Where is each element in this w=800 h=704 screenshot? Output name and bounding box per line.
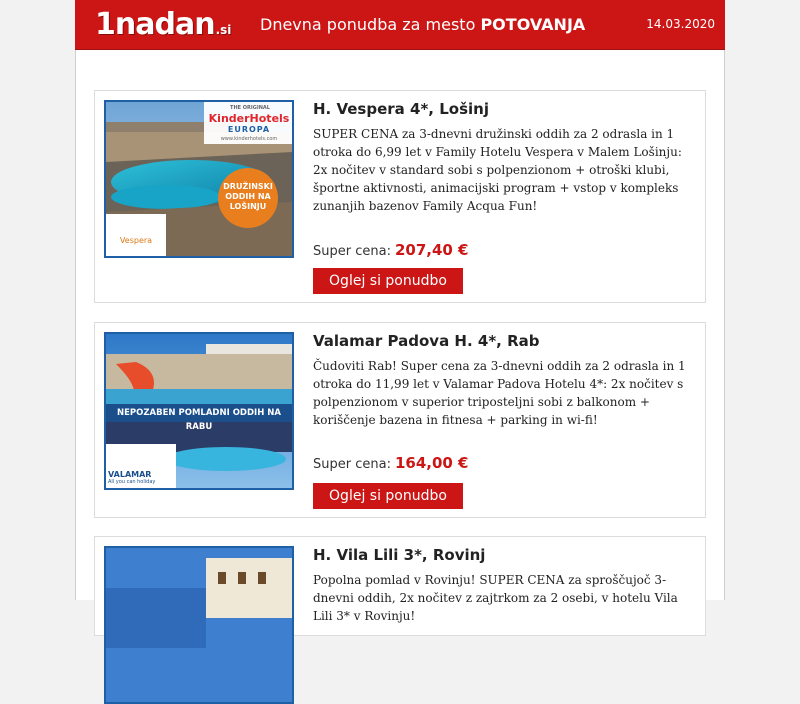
image-brand-sub: EUROPA (227, 125, 271, 134)
header-bar: 1nadan.si Dnevna ponudba za mesto POTOVA… (75, 0, 725, 50)
image-hotel-logo: Vespera (119, 236, 153, 245)
price-value: 164,00 € (394, 454, 469, 472)
image-brand-sub: All you can holiday (108, 479, 156, 485)
headline-prefix: Dnevna ponudba za mesto (260, 15, 476, 34)
offer-description: Čudoviti Rab! Super cena za 3-dnevni odd… (313, 359, 686, 427)
logo-tld: .si (215, 23, 232, 37)
offer-image-vespera[interactable]: THE ORIGINAL KinderHotels EUROPA www.kin… (104, 100, 294, 258)
offer-title[interactable]: H. Vila Lili 3*, Rovinj (313, 546, 485, 564)
logo[interactable]: 1nadan.si (95, 8, 231, 47)
image-brand: VALAMAR (108, 470, 152, 479)
headline: Dnevna ponudba za mesto POTOVANJA (260, 15, 585, 35)
price-label: Super cena: (313, 457, 391, 472)
offer-price: Super cena: 207,40 € (313, 241, 469, 259)
offer-card-vila-lili: H. Vila Lili 3*, Rovinj Popolna pomlad v… (94, 536, 706, 704)
hotel-villa-image (106, 548, 292, 702)
image-banner: NEPOZABEN POMLADNI ODDIH NA RABU (117, 408, 281, 432)
offer-title[interactable]: Valamar Padova H. 4*, Rab (313, 332, 540, 350)
view-offer-button[interactable]: Oglej si ponudbo (313, 483, 463, 509)
image-brand: KinderHotels (208, 112, 290, 125)
offer-image-vila-lili[interactable] (104, 546, 294, 704)
offer-title[interactable]: H. Vespera 4*, Lošinj (313, 100, 489, 118)
image-badge: DRUŽINSKI ODDIH NA LOŠINJU (223, 182, 273, 211)
price-value: 207,40 € (394, 241, 469, 259)
headline-city: POTOVANJA (480, 15, 586, 34)
offer-image-valamar[interactable]: NEPOZABEN POMLADNI ODDIH NA RABU VALAMAR… (104, 332, 294, 490)
offer-card-vespera: THE ORIGINAL KinderHotels EUROPA www.kin… (94, 90, 706, 303)
logo-text: 1nadan (95, 7, 216, 42)
header-date: 14.03.2020 (646, 17, 715, 31)
image-brand-top: THE ORIGINAL (230, 105, 270, 111)
image-brand-url: www.kinderhotels.com (220, 136, 278, 142)
offer-card-valamar: NEPOZABEN POMLADNI ODDIH NA RABU VALAMAR… (94, 322, 706, 518)
price-label: Super cena: (313, 244, 391, 259)
offer-description: Popolna pomlad v Rovinju! SUPER CENA za … (313, 573, 678, 623)
view-offer-button[interactable]: Oglej si ponudbo (313, 268, 463, 294)
offer-description: SUPER CENA za 3-dnevni družinski oddih z… (313, 127, 682, 213)
offer-price: Super cena: 164,00 € (313, 454, 469, 472)
